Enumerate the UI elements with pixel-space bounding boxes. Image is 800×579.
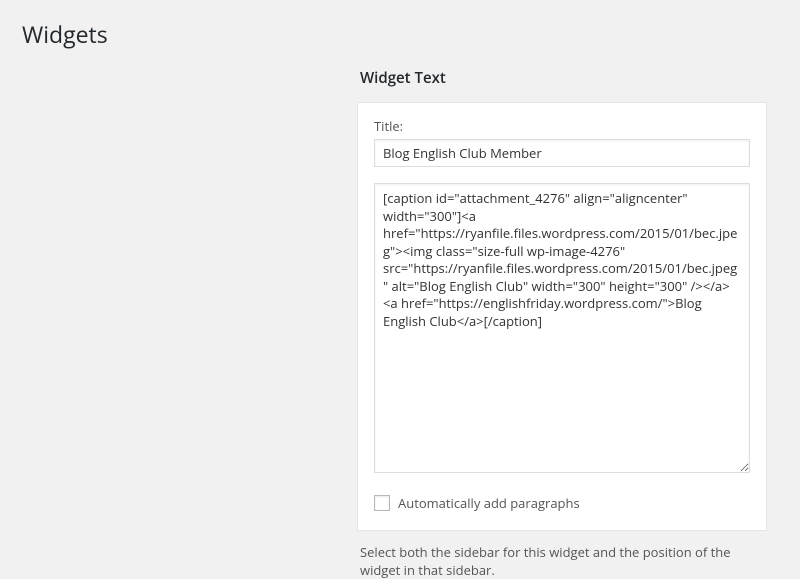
content-textarea[interactable]	[374, 183, 750, 473]
auto-paragraph-checkbox[interactable]	[374, 495, 390, 511]
auto-paragraph-row: Automatically add paragraphs	[374, 494, 750, 512]
helper-text: Select both the sidebar for this widget …	[357, 543, 767, 579]
widget-heading: Widget Text	[357, 68, 800, 102]
widget-form: Title: Automatically add paragraphs	[357, 102, 767, 531]
title-label: Title:	[374, 117, 750, 135]
auto-paragraph-label: Automatically add paragraphs	[398, 494, 580, 512]
widget-editor-area: Widget Text Title: Automatically add par…	[0, 50, 800, 579]
page-title: Widgets	[0, 0, 800, 50]
title-input[interactable]	[374, 139, 750, 167]
